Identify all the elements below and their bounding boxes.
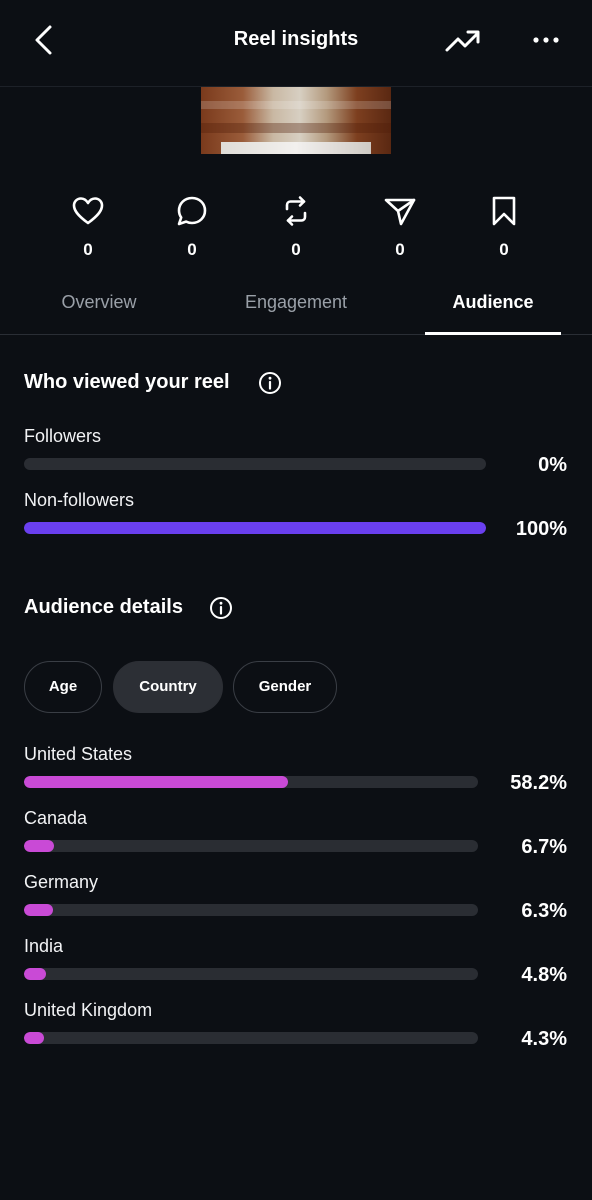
non-followers-percent: 100% xyxy=(515,518,567,540)
share-icon xyxy=(384,198,416,226)
non-followers-label: Non-followers xyxy=(24,490,135,510)
country-bar-fill-united-states xyxy=(24,776,289,788)
comment-icon xyxy=(177,196,207,226)
shares-metric: 0 xyxy=(370,194,430,260)
country-bar-fill-india xyxy=(24,968,46,980)
country-percent-canada: 6.7% xyxy=(521,836,567,858)
reel-thumbnail xyxy=(201,87,391,154)
country-label-germany: Germany xyxy=(24,872,99,892)
bookmark-icon xyxy=(492,196,516,226)
country-bar-germany xyxy=(24,904,478,916)
more-horizontal-icon[interactable] xyxy=(528,26,564,54)
saves-count: 0 xyxy=(499,240,509,259)
tab-audience[interactable]: Audience xyxy=(425,276,561,335)
saves-metric: 0 xyxy=(474,194,534,260)
non-followers-bar xyxy=(24,522,486,534)
likes-metric: 0 xyxy=(58,194,118,260)
audience-section-title: Audience details xyxy=(24,596,183,618)
country-percent-india: 4.8% xyxy=(521,964,567,986)
country-label-canada: Canada xyxy=(24,808,88,828)
repost-icon xyxy=(285,196,307,226)
tab-overview[interactable]: Overview xyxy=(40,276,158,334)
followers-bar xyxy=(24,458,486,470)
country-percent-germany: 6.3% xyxy=(521,900,567,922)
country-label-united-kingdom: United Kingdom xyxy=(24,1000,153,1020)
top-bar: Reel insights xyxy=(0,0,592,87)
country-bar-united-kingdom xyxy=(24,1032,478,1044)
country-percent-united-states: 58.2% xyxy=(510,772,567,794)
page-title: Reel insights xyxy=(233,28,359,50)
country-label-united-states: United States xyxy=(24,744,133,764)
shares-count: 0 xyxy=(395,240,405,259)
filter-age-chip[interactable]: Age xyxy=(24,661,102,713)
heart-icon xyxy=(72,197,104,225)
country-bar-canada xyxy=(24,840,478,852)
comments-metric: 0 xyxy=(162,194,222,260)
country-bar-india xyxy=(24,968,478,980)
tab-bar: Overview Engagement Audience xyxy=(0,276,592,335)
country-bar-fill-germany xyxy=(24,904,53,916)
viewers-section-title: Who viewed your reel xyxy=(24,371,230,393)
country-bar-fill-canada xyxy=(24,840,55,852)
trending-up-icon[interactable] xyxy=(444,24,482,58)
reposts-metric: 0 xyxy=(266,194,326,260)
country-bar-fill-united-kingdom xyxy=(24,1032,44,1044)
filter-gender-chip[interactable]: Gender xyxy=(233,661,337,713)
country-percent-united-kingdom: 4.3% xyxy=(521,1028,567,1050)
info-icon[interactable] xyxy=(209,596,233,620)
tab-engagement[interactable]: Engagement xyxy=(226,276,366,334)
country-bar-united-states xyxy=(24,776,478,788)
filter-country-chip[interactable]: Country xyxy=(113,661,223,713)
info-icon[interactable] xyxy=(258,371,282,395)
likes-count: 0 xyxy=(83,240,93,259)
country-label-india: India xyxy=(24,936,64,956)
followers-label: Followers xyxy=(24,426,102,446)
followers-percent: 0% xyxy=(538,454,567,476)
comments-count: 0 xyxy=(187,240,197,259)
non-followers-bar-fill xyxy=(24,522,486,534)
reposts-count: 0 xyxy=(291,240,301,259)
